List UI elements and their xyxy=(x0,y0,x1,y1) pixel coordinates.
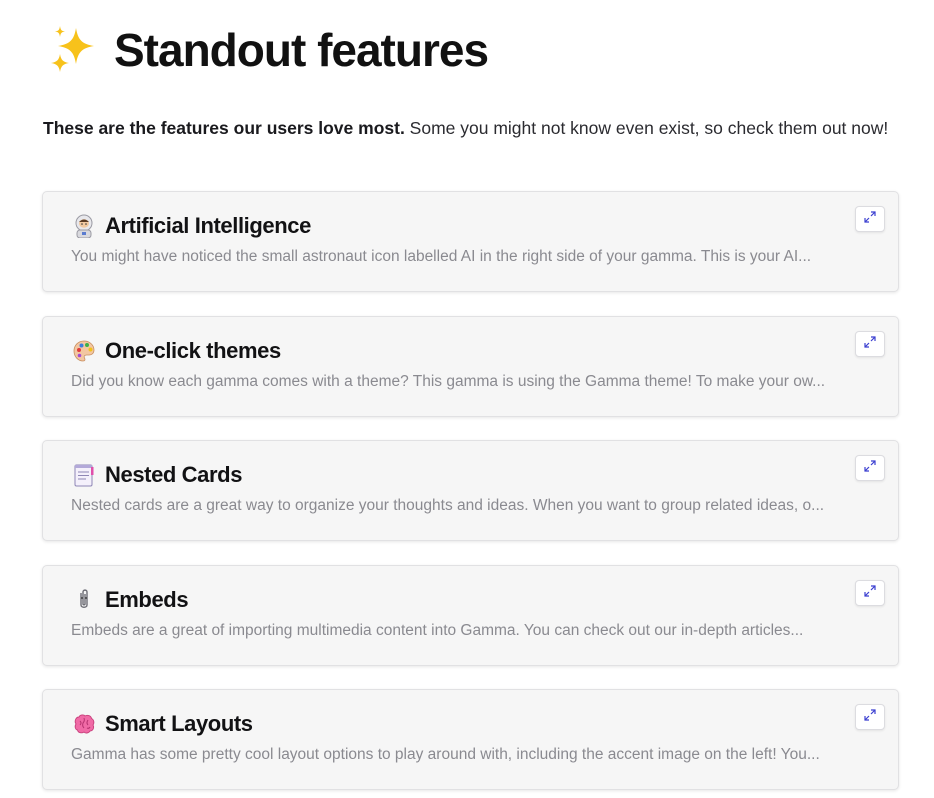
feature-card-artificial-intelligence[interactable]: Artificial Intelligence You might have n… xyxy=(42,191,899,292)
astronaut-icon xyxy=(71,213,97,239)
expand-button[interactable] xyxy=(855,579,885,606)
intro-text: Some you might not know even exist, so c… xyxy=(404,118,889,138)
card-title: Smart Layouts xyxy=(105,711,253,736)
expand-icon xyxy=(864,708,876,726)
expand-button[interactable] xyxy=(855,704,885,730)
page-header: Standout features xyxy=(48,22,489,78)
feature-card-smart-layouts[interactable]: Smart Layouts Gamma has some pretty cool… xyxy=(42,689,899,790)
intro-paragraph: These are the features our users love mo… xyxy=(43,114,893,143)
feature-card-one-click-themes[interactable]: One-click themes Did you know each gamma… xyxy=(42,315,899,417)
card-title: Artificial Intelligence xyxy=(105,213,311,238)
palette-icon xyxy=(71,338,97,364)
page-title: Standout features xyxy=(114,24,489,76)
intro-bold-text: These are the features our users love mo… xyxy=(43,118,405,138)
expand-icon xyxy=(864,459,876,477)
expand-icon xyxy=(864,584,876,602)
card-description: Embeds are a great of importing multimed… xyxy=(71,621,804,639)
feature-card-list: Artificial Intelligence You might have n… xyxy=(42,191,899,798)
card-title: Embeds xyxy=(105,586,189,612)
expand-icon xyxy=(864,210,876,228)
card-title: Nested Cards xyxy=(105,462,243,487)
page: Standout features These are the features… xyxy=(0,0,934,798)
card-header: One-click themes xyxy=(71,336,281,366)
card-description: Gamma has some pretty cool layout option… xyxy=(71,746,820,763)
feature-card-embeds[interactable]: Embeds Embeds are a great of importing m… xyxy=(42,564,899,666)
card-description: Nested cards are a great way to organize… xyxy=(71,497,825,514)
expand-icon xyxy=(864,335,876,353)
expand-button[interactable] xyxy=(855,455,885,481)
feature-card-nested-cards[interactable]: Nested Cards Nested cards are a great wa… xyxy=(42,440,899,541)
paperclip-icon xyxy=(71,587,97,613)
card-header: Embeds xyxy=(71,585,189,615)
card-title: One-click themes xyxy=(105,337,281,363)
card-header: Nested Cards xyxy=(71,460,242,490)
expand-button[interactable] xyxy=(855,330,885,357)
notepad-icon xyxy=(71,462,97,488)
card-description: You might have noticed the small astrona… xyxy=(71,248,812,265)
expand-button[interactable] xyxy=(855,206,885,232)
card-header: Artificial Intelligence xyxy=(71,211,311,241)
brain-icon xyxy=(71,711,97,737)
card-header: Smart Layouts xyxy=(71,709,253,739)
sparkles-icon xyxy=(48,24,100,76)
card-description: Did you know each gamma comes with a the… xyxy=(71,372,826,390)
